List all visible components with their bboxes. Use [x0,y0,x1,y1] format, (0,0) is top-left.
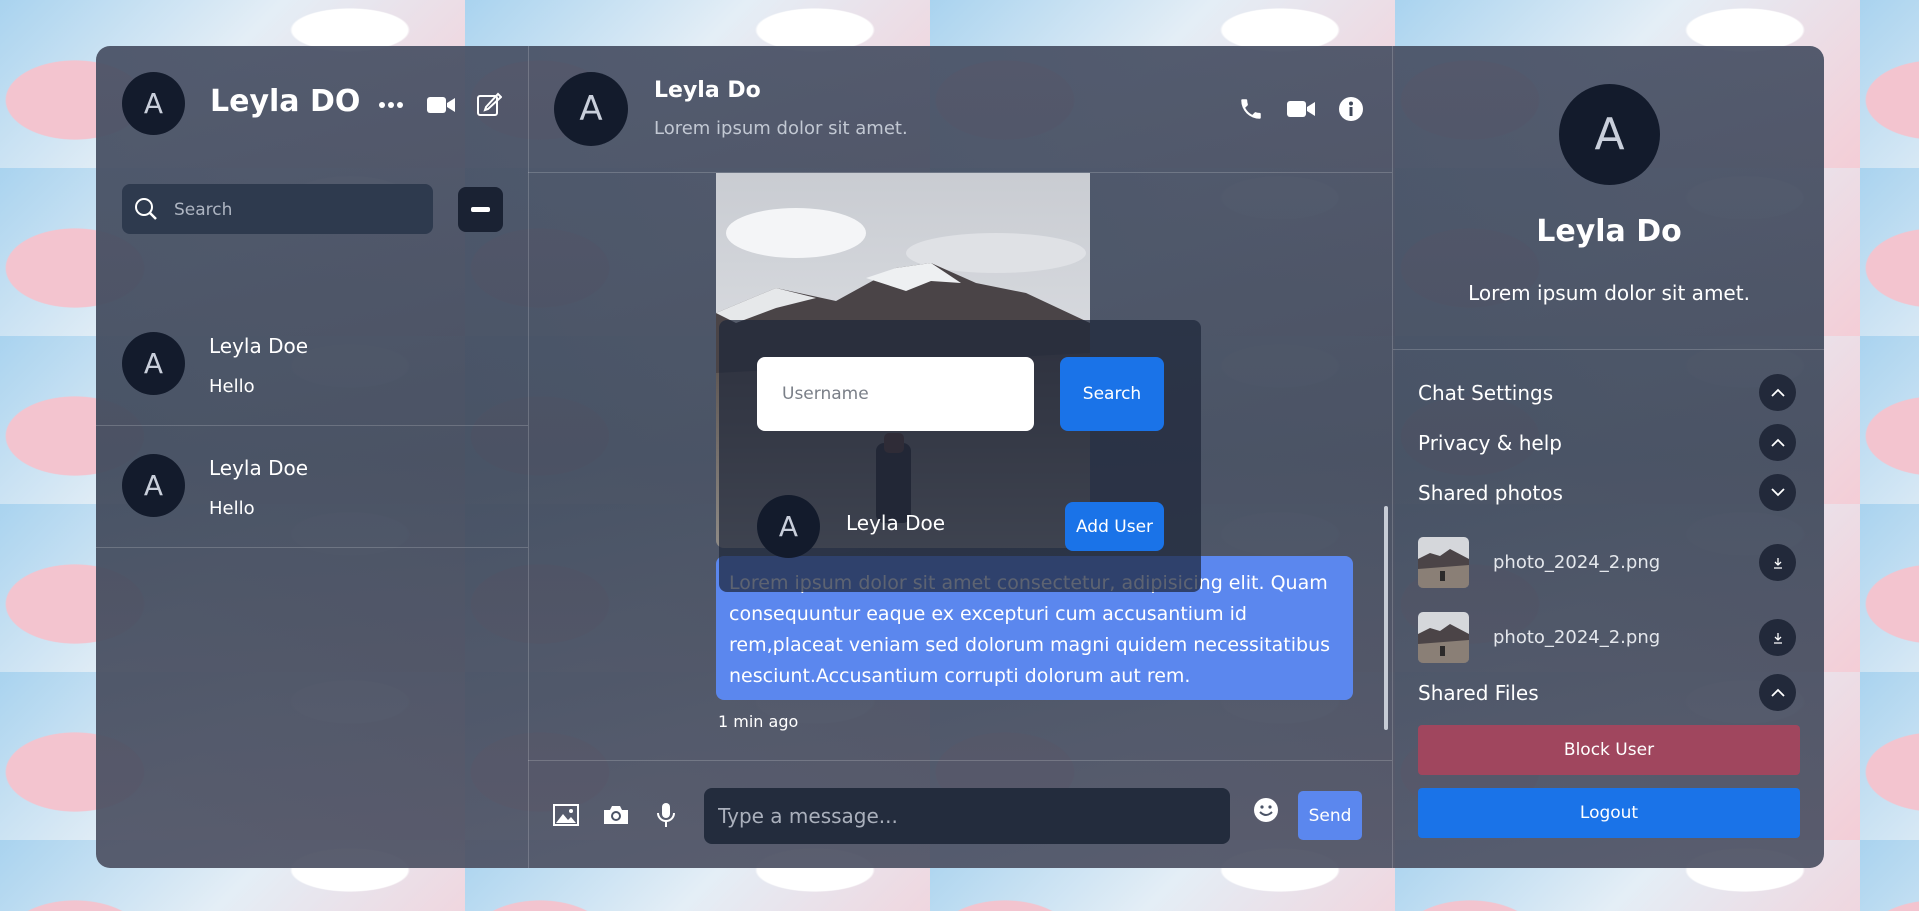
chat-partner-status: Lorem ipsum dolor sit amet. [654,118,908,139]
microphone-icon[interactable] [652,801,680,829]
search-icon [135,198,157,220]
more-options-icon[interactable] [376,90,406,120]
video-call-icon[interactable] [426,90,456,120]
chat-app: A Leyla DO A Leyla Doe Hello A Leyla Doe… [96,46,1824,868]
info-icon[interactable] [1336,94,1366,124]
search-user-button[interactable]: Search [1060,357,1164,431]
search-box [122,184,433,236]
search-input[interactable] [172,184,426,236]
chat-partner-avatar[interactable]: A [554,72,628,146]
shared-photos-title[interactable]: Shared photos [1418,481,1563,505]
logout-button[interactable]: Logout [1418,788,1800,838]
contact-last-message: Hello [209,498,255,519]
divider [1393,349,1824,350]
download-icon[interactable] [1759,619,1796,656]
profile-status: Lorem ipsum dolor sit amet. [1468,281,1750,305]
contact-item[interactable]: A Leyla Doe Hello [96,426,528,548]
emoji-icon[interactable] [1251,795,1281,825]
user-avatar[interactable]: A [122,72,185,135]
username-input[interactable] [757,357,1034,431]
collapse-button[interactable] [458,187,503,232]
camera-icon[interactable] [602,801,630,829]
minus-icon [471,207,490,212]
send-button[interactable]: Send [1298,791,1362,840]
chevron-down-icon[interactable] [1759,474,1796,511]
contact-item[interactable]: A Leyla Doe Hello [96,304,528,426]
user-name: Leyla DO [210,84,361,119]
contact-last-message: Hello [209,376,255,397]
contact-avatar: A [122,332,185,395]
block-user-button[interactable]: Block User [1418,725,1800,775]
chat-partner-name: Leyla Do [654,78,761,103]
photo-thumbnail [1418,612,1469,663]
message-time: 1 min ago [718,712,799,731]
add-user-button[interactable]: Add User [1065,502,1164,551]
shared-photo-item[interactable]: photo_2024_2.png [1418,537,1798,589]
edit-icon[interactable] [474,89,504,119]
sidebar: A Leyla DO A Leyla Doe Hello A Leyla Doe… [96,46,529,868]
chat-scrollbar[interactable] [1384,506,1388,730]
add-user-popup: Search A Leyla Doe Add User [719,320,1201,592]
contact-name: Leyla Doe [209,334,309,358]
message-input[interactable] [704,788,1230,844]
result-avatar: A [757,495,820,558]
photo-file-name: photo_2024_2.png [1493,627,1661,648]
contact-avatar: A [122,454,185,517]
chevron-up-icon[interactable] [1759,424,1796,461]
shared-photo-item[interactable]: photo_2024_2.png [1418,612,1798,664]
contact-name: Leyla Doe [209,456,309,480]
shared-files-title[interactable]: Shared Files [1418,681,1539,705]
chat-panel: A Leyla Do Lorem ipsum dolor sit amet. e… [528,46,1392,868]
photo-file-name: photo_2024_2.png [1493,552,1661,573]
profile-avatar: A [1559,84,1660,185]
download-icon[interactable] [1759,544,1796,581]
profile-panel: A Leyla Do Lorem ipsum dolor sit amet. C… [1392,46,1824,868]
result-name: Leyla Doe [846,511,946,535]
chat-settings-title[interactable]: Chat Settings [1418,381,1553,405]
photo-thumbnail [1418,537,1469,588]
chevron-up-icon[interactable] [1759,674,1796,711]
phone-icon[interactable] [1236,94,1266,124]
profile-name: Leyla Do [1536,214,1682,249]
privacy-help-title[interactable]: Privacy & help [1418,431,1562,455]
chat-header: A Leyla Do Lorem ipsum dolor sit amet. [528,46,1392,173]
message-composer: Send [528,760,1392,868]
chevron-up-icon[interactable] [1759,374,1796,411]
video-call-icon[interactable] [1286,94,1316,124]
image-icon[interactable] [552,801,580,829]
